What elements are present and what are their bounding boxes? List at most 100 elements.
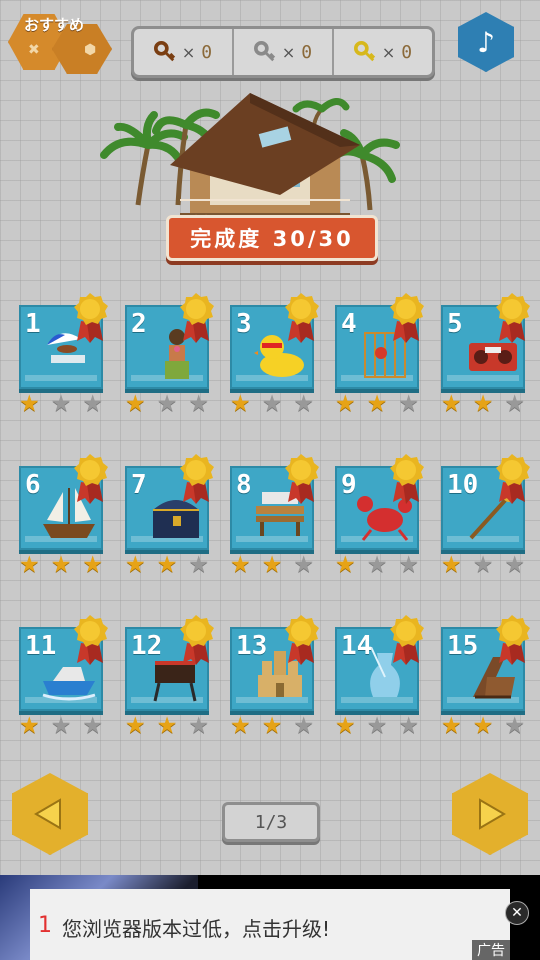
gold-medal-icon bbox=[285, 454, 319, 504]
next-page-button[interactable] bbox=[452, 773, 528, 855]
arrow-left-icon bbox=[34, 798, 61, 830]
star-filled-icon: ★ bbox=[441, 713, 462, 739]
level-number: 12 bbox=[131, 631, 163, 661]
star-empty-icon: ★ bbox=[82, 713, 103, 739]
star-empty-icon: ★ bbox=[188, 552, 209, 578]
level-7-button[interactable]: 7 ★ ★ ★ bbox=[125, 454, 215, 586]
cross-deco-icon: ✖ bbox=[28, 42, 40, 58]
star-filled-icon: ★ bbox=[335, 552, 356, 578]
star-filled-icon: ★ bbox=[472, 713, 494, 739]
palm-tree-left bbox=[100, 111, 188, 206]
star-filled-icon: ★ bbox=[125, 391, 146, 417]
star-filled-icon: ★ bbox=[82, 552, 103, 578]
ad-close-button[interactable]: ✕ bbox=[505, 901, 529, 925]
level-4-button[interactable]: 4 ★ ★ ★ bbox=[335, 293, 425, 425]
gold-medal-icon bbox=[496, 615, 530, 665]
ad-message-box[interactable]: 1 您浏览器版本过低，点击升级! bbox=[30, 889, 510, 960]
star-empty-icon: ★ bbox=[293, 713, 314, 739]
star-filled-icon: ★ bbox=[230, 552, 251, 578]
star-filled-icon: ★ bbox=[441, 552, 462, 578]
gold-medal-icon bbox=[74, 293, 108, 343]
level-6-button[interactable]: 6 ★ ★ ★ bbox=[19, 454, 109, 586]
level-number: 7 bbox=[131, 470, 147, 500]
level-1-button[interactable]: 1 ★ ★ ★ bbox=[19, 293, 109, 425]
completion-banner: 完成度 30/30 bbox=[166, 215, 378, 261]
silver-key-count: 0 bbox=[301, 41, 313, 63]
level-8-button[interactable]: 8 ★ ★ ★ bbox=[230, 454, 320, 586]
star-filled-icon: ★ bbox=[335, 713, 356, 739]
star-rating: ★ ★ ★ bbox=[125, 554, 209, 577]
bronze-key-icon bbox=[153, 41, 176, 62]
gold-medal-icon bbox=[285, 615, 319, 665]
star-empty-icon: ★ bbox=[50, 391, 72, 417]
star-empty-icon: ★ bbox=[366, 713, 388, 739]
page-indicator-text: 1/3 bbox=[254, 811, 288, 833]
star-filled-icon: ★ bbox=[230, 391, 251, 417]
level-number: 8 bbox=[236, 470, 252, 500]
star-rating: ★ ★ ★ bbox=[125, 715, 209, 738]
star-rating: ★ ★ ★ bbox=[441, 554, 525, 577]
level-15-button[interactable]: 15 ★ ★ ★ bbox=[441, 615, 531, 747]
ad-text[interactable]: 您浏览器版本过低，点击升级! bbox=[62, 913, 330, 942]
star-filled-icon: ★ bbox=[125, 713, 146, 739]
gold-medal-icon bbox=[285, 293, 319, 343]
star-rating: ★ ★ ★ bbox=[230, 393, 314, 416]
star-empty-icon: ★ bbox=[504, 552, 525, 578]
arrow-right-icon bbox=[479, 798, 506, 830]
star-rating: ★ ★ ★ bbox=[230, 715, 314, 738]
level-number: 11 bbox=[25, 631, 57, 661]
key-slot-gold: × 0 bbox=[334, 29, 432, 75]
recommend-button[interactable]: ✖ ⬢ おすすめ bbox=[6, 8, 114, 78]
ad-label: 广告 bbox=[472, 940, 510, 960]
gold-medal-icon bbox=[390, 615, 424, 665]
level-11-button[interactable]: 11 ★ ★ ★ bbox=[19, 615, 109, 747]
star-rating: ★ ★ ★ bbox=[19, 715, 103, 738]
prev-page-button[interactable] bbox=[12, 773, 88, 855]
star-rating: ★ ★ ★ bbox=[230, 554, 314, 577]
star-empty-icon: ★ bbox=[50, 713, 72, 739]
star-empty-icon: ★ bbox=[366, 552, 388, 578]
star-filled-icon: ★ bbox=[366, 391, 388, 417]
close-icon: ✕ bbox=[511, 905, 523, 921]
gold-key-count: 0 bbox=[401, 41, 413, 63]
gold-medal-icon bbox=[390, 454, 424, 504]
gold-key-icon bbox=[353, 41, 376, 62]
gold-medal-icon bbox=[390, 293, 424, 343]
bronze-key-count: 0 bbox=[201, 41, 213, 63]
level-14-button[interactable]: 14 ★ ★ ★ bbox=[335, 615, 425, 747]
level-number: 6 bbox=[25, 470, 41, 500]
star-filled-icon: ★ bbox=[156, 552, 178, 578]
level-number: 4 bbox=[341, 309, 357, 339]
ad-index: 1 bbox=[38, 913, 52, 938]
key-slot-silver: × 0 bbox=[234, 29, 334, 75]
level-3-button[interactable]: 3 ★ ★ ★ bbox=[230, 293, 320, 425]
recommend-label: おすすめ bbox=[24, 16, 85, 34]
gold-medal-icon bbox=[74, 615, 108, 665]
level-2-button[interactable]: 2 ★ ★ ★ bbox=[125, 293, 215, 425]
star-filled-icon: ★ bbox=[19, 713, 40, 739]
star-empty-icon: ★ bbox=[293, 552, 314, 578]
level-5-button[interactable]: 5 ★ ★ ★ bbox=[441, 293, 531, 425]
level-number: 5 bbox=[447, 309, 463, 339]
level-13-button[interactable]: 13 ★ ★ ★ bbox=[230, 615, 320, 747]
level-number: 9 bbox=[341, 470, 357, 500]
music-toggle-button[interactable]: ♪ bbox=[458, 12, 514, 72]
level-10-button[interactable]: 10 ★ ★ ★ bbox=[441, 454, 531, 586]
key-multiplier: × bbox=[381, 42, 396, 62]
star-rating: ★ ★ ★ bbox=[441, 715, 525, 738]
star-rating: ★ ★ ★ bbox=[441, 393, 525, 416]
silver-key-icon bbox=[253, 41, 276, 62]
key-slot-bronze: × 0 bbox=[134, 29, 234, 75]
key-counter-bar: × 0 × 0 × 0 bbox=[131, 26, 435, 78]
star-rating: ★ ★ ★ bbox=[19, 393, 103, 416]
hexagon-deco-icon: ⬢ bbox=[84, 42, 97, 58]
star-rating: ★ ★ ★ bbox=[125, 393, 209, 416]
level-12-button[interactable]: 12 ★ ★ ★ bbox=[125, 615, 215, 747]
star-empty-icon: ★ bbox=[156, 391, 178, 417]
star-rating: ★ ★ ★ bbox=[335, 393, 419, 416]
key-multiplier: × bbox=[281, 42, 296, 62]
gold-medal-icon bbox=[180, 454, 214, 504]
star-rating: ★ ★ ★ bbox=[335, 554, 419, 577]
star-empty-icon: ★ bbox=[188, 391, 209, 417]
level-9-button[interactable]: 9 ★ ★ ★ bbox=[335, 454, 425, 586]
